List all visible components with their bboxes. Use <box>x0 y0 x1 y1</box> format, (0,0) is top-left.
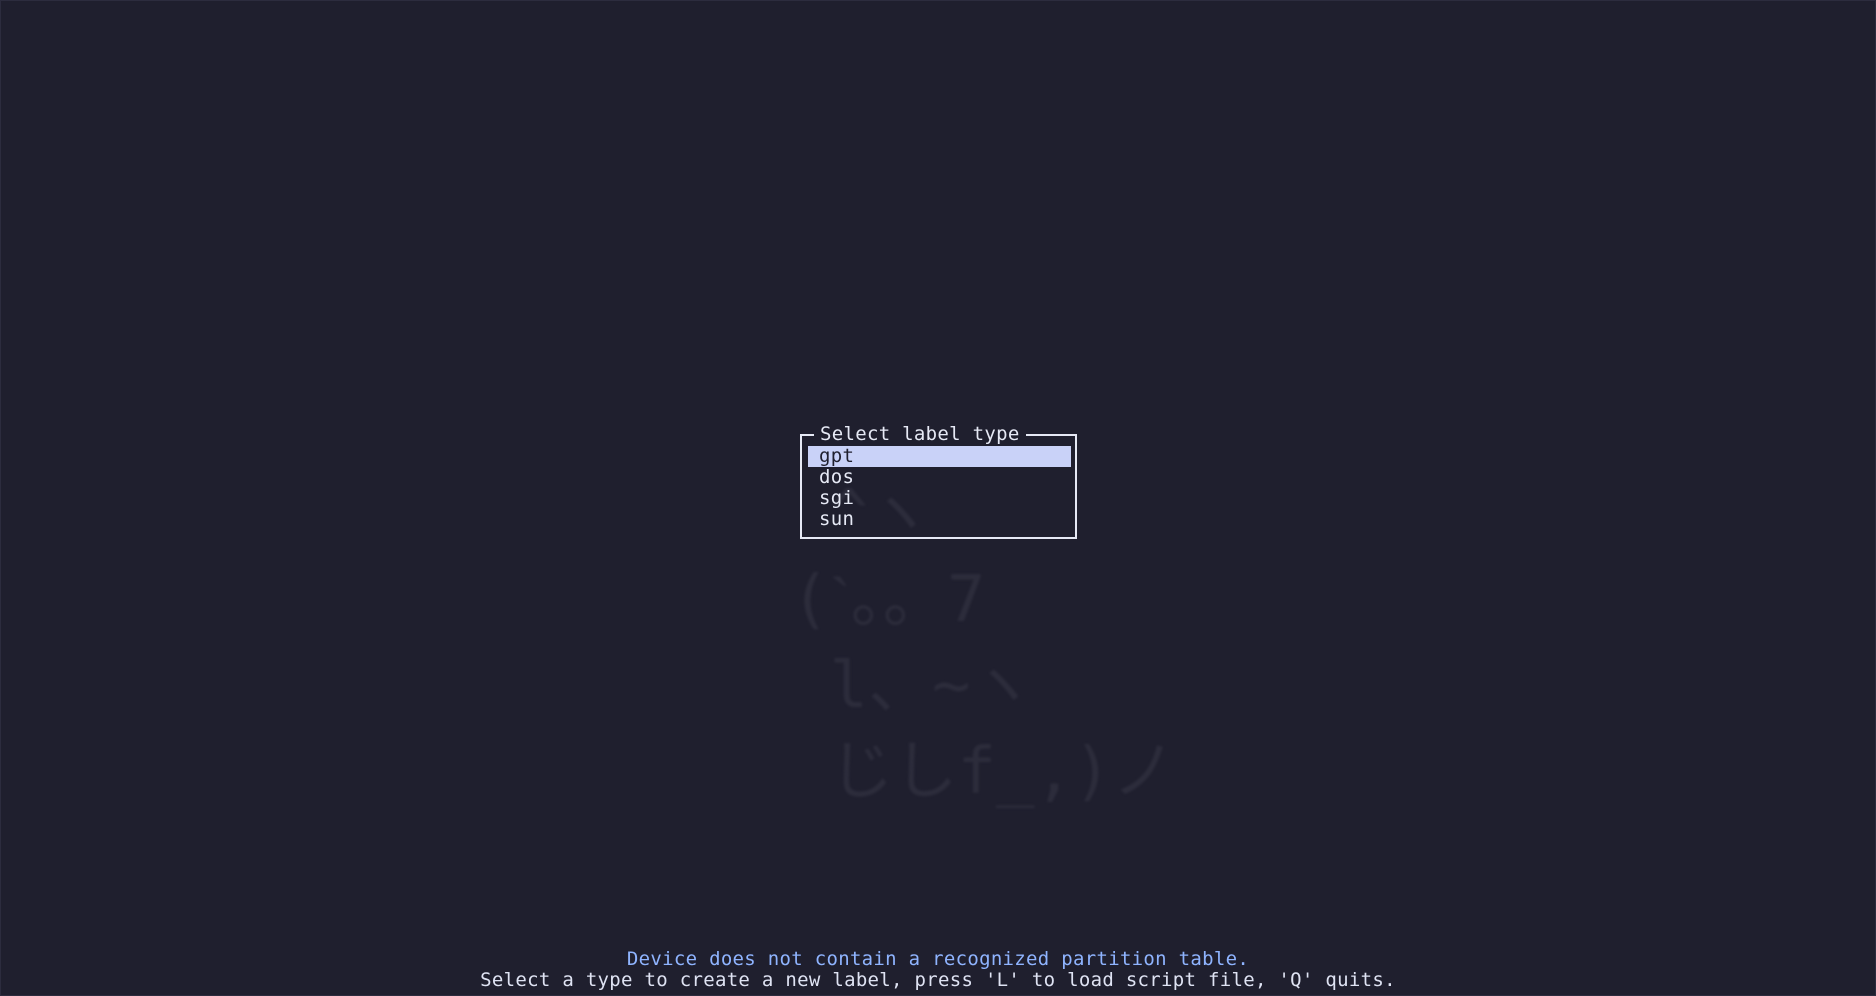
option-sgi[interactable]: sgi <box>808 488 1071 509</box>
label-type-list: gpt dos sgi sun <box>808 446 1071 530</box>
option-sun[interactable]: sun <box>808 509 1071 530</box>
status-hint: Select a type to create a new label, pre… <box>480 969 1396 991</box>
dialog-title: Select label type <box>814 424 1026 444</box>
label-type-dialog: Select label type gpt dos sgi sun <box>800 424 1077 539</box>
option-gpt[interactable]: gpt <box>808 446 1071 467</box>
option-dos[interactable]: dos <box>808 467 1071 488</box>
terminal-window: ^ヽ (ˋ。。7 l、~ヽ じしf_,)ノ Select label type … <box>0 0 1876 996</box>
status-message: Device does not contain a recognized par… <box>626 948 1250 970</box>
